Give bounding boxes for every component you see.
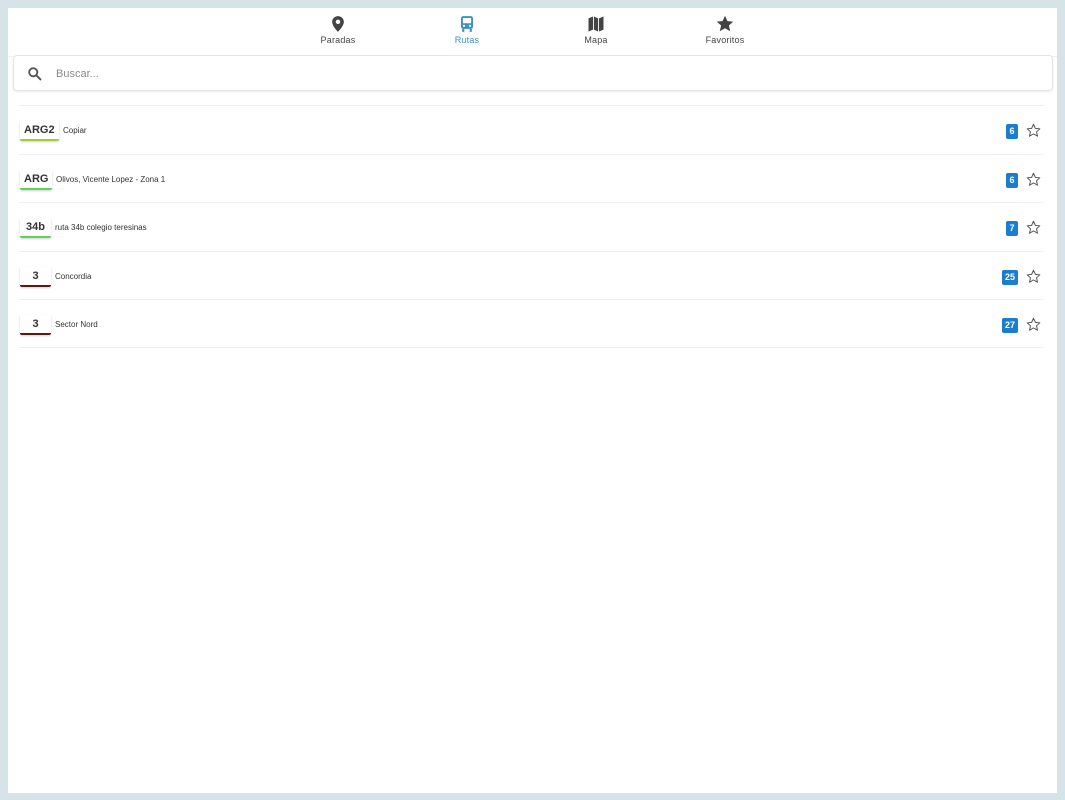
tab-mapa[interactable]: Mapa (541, 13, 651, 53)
route-code-badge: ARG2 (20, 121, 59, 141)
favorite-star-icon[interactable] (1026, 220, 1041, 235)
map-pin-icon (332, 16, 344, 32)
stop-count-badge: 25 (1001, 269, 1018, 285)
tab-label: Rutas (454, 35, 480, 45)
route-row[interactable]: ARG Olivos, Vicente Lopez - Zona 1 6 (19, 153, 1044, 203)
route-name: Olivos, Vicente Lopez - Zona 1 (56, 174, 166, 184)
route-name: Sector Nord (55, 320, 98, 329)
stop-count-badge: 7 (1006, 221, 1018, 236)
route-row[interactable]: 34b ruta 34b colegio teresinas 7 (19, 202, 1044, 251)
route-name: Copiar (63, 126, 87, 135)
bus-icon (461, 16, 473, 32)
app-window: Paradas Rutas Mapa Favoritos Buscar... A… (8, 8, 1057, 793)
stop-count-badge: 6 (1006, 124, 1018, 139)
stop-count-badge: 6 (1006, 172, 1018, 188)
star-icon (716, 15, 734, 32)
favorite-star-icon[interactable] (1026, 172, 1041, 187)
search-icon (28, 67, 42, 81)
tab-paradas[interactable]: Paradas (283, 13, 393, 53)
route-row[interactable]: ARG2 Copiar 6 (19, 105, 1044, 154)
tab-label: Favoritos (705, 35, 745, 45)
favorite-star-icon[interactable] (1026, 317, 1041, 332)
route-code-badge: ARG (20, 169, 53, 190)
route-code-badge: 34b (20, 218, 51, 238)
tab-favoritos[interactable]: Favoritos (670, 13, 780, 53)
favorite-star-icon[interactable] (1026, 269, 1041, 284)
tab-label: Mapa (584, 35, 608, 45)
search-bar[interactable] (13, 55, 1053, 91)
favorite-star-icon[interactable] (1026, 123, 1041, 138)
route-code-badge: 3 (20, 266, 51, 287)
map-icon (588, 16, 604, 32)
route-list: ARG2 Copiar 6 ARG Olivos, Vicente Lopez … (19, 105, 1044, 348)
tab-bar: Paradas Rutas Mapa Favoritos (8, 8, 1057, 57)
route-row[interactable]: 3 Concordia 25 (19, 250, 1044, 300)
route-row[interactable]: 3 Sector Nord 27 (19, 299, 1044, 348)
stop-count-badge: 27 (1001, 318, 1018, 333)
tab-label: Paradas (320, 35, 356, 45)
route-name: ruta 34b colegio teresinas (55, 223, 147, 232)
search-input[interactable] (56, 62, 1036, 86)
route-name: Concordia (55, 271, 92, 281)
route-code-badge: 3 (20, 315, 51, 335)
tab-rutas[interactable]: Rutas (412, 13, 522, 53)
